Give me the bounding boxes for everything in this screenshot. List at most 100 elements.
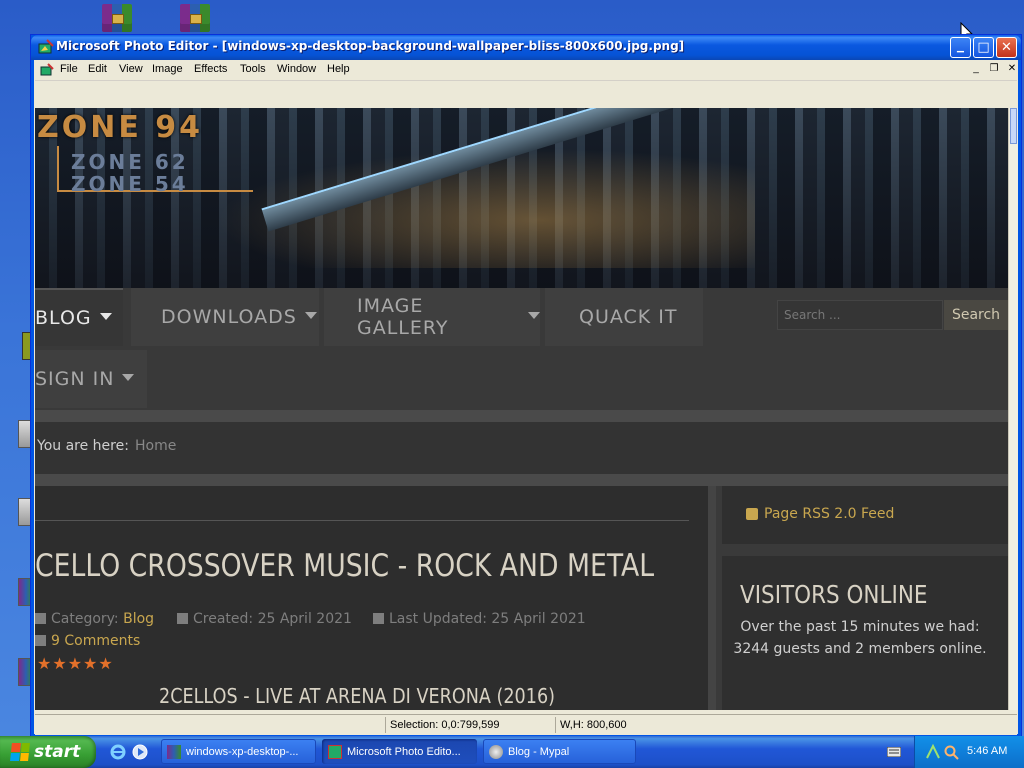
photo-editor-window: Microsoft Photo Editor - [windows-xp-des… [30, 34, 1022, 738]
rss-icon [746, 508, 758, 520]
status-dimensions: W,H: 800,600 [555, 717, 700, 733]
visitors-box: VISITORS ONLINE Over the past 15 minutes… [722, 556, 1008, 710]
nav-image-gallery: IMAGE GALLERY [324, 288, 540, 346]
clock: 5:46 AM [967, 745, 1008, 757]
photo-editor-icon [328, 744, 342, 759]
title-bar[interactable]: Microsoft Photo Editor - [windows-xp-des… [31, 35, 1021, 60]
minimize-icon: ▁ [957, 42, 964, 53]
menu-edit[interactable]: Edit [88, 63, 107, 75]
breadcrumb: You are here: Home [35, 422, 1008, 474]
menu-file[interactable]: File [60, 63, 78, 75]
rss-link: Page RSS 2.0 Feed [764, 506, 895, 522]
window-title: Microsoft Photo Editor - [windows-xp-des… [56, 39, 685, 53]
menu-tools[interactable]: Tools [240, 63, 266, 75]
rss-box: Page RSS 2.0 Feed [722, 486, 1008, 544]
divider [35, 474, 1008, 486]
menu-image[interactable]: Image [152, 63, 183, 75]
nav-sign-in: SIGN IN [35, 350, 147, 408]
site-logo-sub: ZONE 54 [71, 172, 189, 196]
menu-view[interactable]: View [119, 63, 143, 75]
internet-explorer-icon[interactable] [110, 744, 126, 760]
website-banner-image: ZONE 94 ZONE 62 ZONE 54 [35, 108, 1008, 288]
mypal-browser-icon [489, 744, 503, 759]
nav-blog: BLOG [35, 288, 123, 346]
task-label: Microsoft Photo Edito... [347, 745, 461, 758]
search-icon[interactable] [943, 744, 959, 760]
site-sidebar: Page RSS 2.0 Feed VISITORS ONLINE Over t… [716, 486, 1008, 710]
caret-down-icon [122, 373, 135, 381]
caret-down-icon [304, 311, 317, 319]
article-comments: 9 Comments [35, 633, 140, 649]
toolbar-area [35, 81, 1017, 107]
start-button[interactable]: start [0, 736, 96, 768]
winrar-archive-icon[interactable] [178, 2, 212, 34]
nav-downloads-label: DOWNLOADS [161, 306, 297, 328]
calendar-icon [373, 613, 384, 624]
task-button-photo-editor[interactable]: Microsoft Photo Edito... [322, 739, 477, 764]
nav-quack-it-label: QUACK IT [579, 306, 678, 328]
category-link: Blog [123, 611, 155, 627]
divider [35, 410, 1008, 422]
comments-count: 9 Comments [51, 633, 141, 649]
status-message [35, 717, 385, 733]
keyboard-icon[interactable] [887, 747, 901, 757]
start-label: start [34, 742, 81, 762]
media-player-icon[interactable] [132, 744, 148, 760]
folder-icon [35, 613, 46, 624]
search-button: Search [944, 300, 1008, 330]
visitors-text: Over the past 15 minutes we had: 3244 gu… [733, 619, 987, 657]
document-minimize-icon[interactable]: _ [969, 63, 983, 76]
article-created: Created: 25 April 2021 [177, 611, 352, 627]
created-date: Created: 25 April 2021 [193, 611, 352, 627]
caret-down-icon [99, 312, 112, 320]
site-navbar: BLOG DOWNLOADS IMAGE GALLERY QUACK IT SI… [35, 288, 1008, 410]
rating-stars: ★★★★★ [37, 654, 114, 673]
image-canvas[interactable]: ZONE 94 ZONE 62 ZONE 54 BLOG DOWNLOADS I… [35, 108, 1008, 710]
close-icon: ✕ [1001, 40, 1012, 55]
caret-down-icon [528, 311, 540, 319]
scrollbar-thumb[interactable] [1010, 108, 1017, 144]
windows-flag-icon [10, 743, 30, 761]
nav-sign-in-label: SIGN IN [35, 368, 115, 390]
close-button[interactable]: ✕ [996, 37, 1017, 58]
updated-date: Last Updated: 25 April 2021 [389, 611, 586, 627]
vertical-scrollbar[interactable] [1008, 108, 1018, 710]
article-title: CELLO CROSSOVER MUSIC - ROCK AND METAL [35, 548, 655, 584]
task-button-archive[interactable]: windows-xp-desktop-... [161, 739, 316, 764]
taskbar: start windows-xp-desktop-... Microsoft P… [0, 736, 1024, 768]
task-label: Blog - Mypal [508, 745, 570, 758]
nav-blog-label: BLOG [35, 307, 92, 329]
system-tray: 5:46 AM [914, 736, 1024, 768]
task-button-mypal[interactable]: Blog - Mypal [483, 739, 636, 764]
article: CELLO CROSSOVER MUSIC - ROCK AND METAL C… [35, 486, 716, 710]
comment-icon [35, 635, 46, 646]
nav-downloads: DOWNLOADS [131, 288, 319, 346]
site-logo: ZONE 94 [37, 110, 204, 145]
menu-window[interactable]: Window [277, 63, 316, 75]
divider [35, 520, 689, 521]
document-restore-icon[interactable]: ❐ [987, 63, 1001, 76]
category-label: Category: [51, 611, 124, 627]
article-updated: Last Updated: 25 April 2021 [373, 611, 586, 627]
calendar-icon [177, 613, 188, 624]
menu-help[interactable]: Help [327, 63, 350, 75]
nav-image-gallery-label: IMAGE GALLERY [357, 295, 449, 339]
winrar-icon [167, 744, 181, 759]
document-close-icon[interactable]: ✕ [1005, 63, 1019, 76]
menu-effects[interactable]: Effects [194, 63, 227, 75]
status-selection: Selection: 0,0:799,599 [385, 717, 554, 733]
article-category: Category: Blog [35, 611, 154, 627]
winrar-archive-icon[interactable] [100, 2, 134, 34]
photo-editor-app-icon[interactable] [38, 39, 54, 55]
maximize-icon: □ [977, 40, 990, 55]
search-input: Search ... [777, 300, 943, 330]
minimize-button[interactable]: ▁ [950, 37, 971, 58]
breadcrumb-home: Home [135, 438, 177, 454]
breadcrumb-label: You are here: [37, 438, 129, 454]
document-icon[interactable] [40, 63, 54, 77]
video-title: 2CELLOS - LIVE AT ARENA DI VERONA (2016) [159, 684, 556, 708]
maximize-button[interactable]: □ [973, 37, 994, 58]
status-bar: Selection: 0,0:799,599 W,H: 800,600 [35, 714, 1017, 735]
network-icon[interactable] [925, 744, 941, 760]
visitors-title: VISITORS ONLINE [740, 580, 928, 609]
